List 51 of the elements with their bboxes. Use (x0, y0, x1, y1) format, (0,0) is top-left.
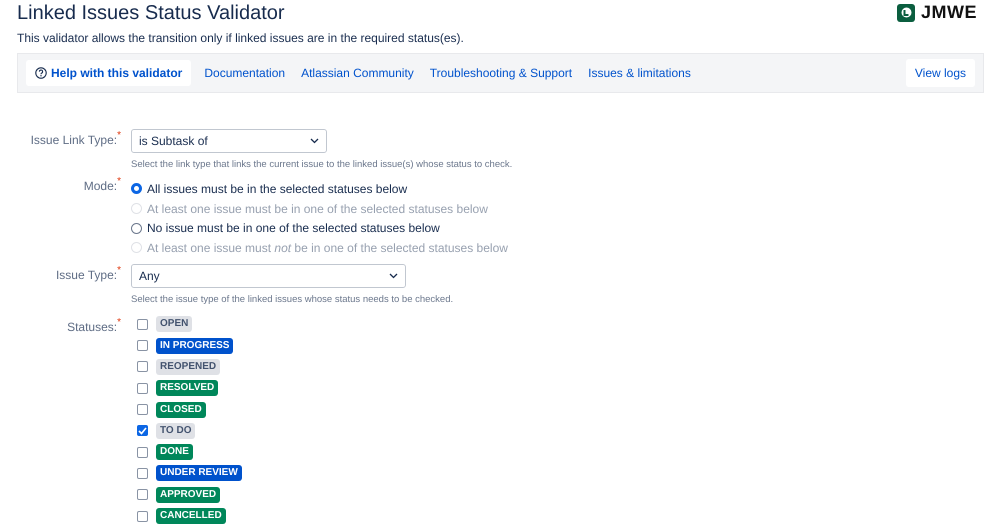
chevron-icon (310, 138, 319, 144)
status-lozenge: IN PROGRESS (156, 338, 234, 354)
radio-label: At least one issue must be in one of the selected statuses below (147, 202, 488, 216)
required-mark: * (117, 264, 121, 276)
logo-icon (897, 4, 915, 22)
checkbox[interactable] (137, 446, 148, 458)
nav-link[interactable]: Troubleshooting & Support (422, 60, 580, 86)
status-lozenge: OPEN (156, 316, 192, 332)
help-icon (35, 67, 47, 79)
required-mark: * (117, 130, 121, 141)
logo-text: JMWE (921, 2, 977, 23)
checkbox[interactable] (137, 382, 148, 394)
page-title: Linked Issues Status Validator (17, 1, 286, 25)
required-mark: * (117, 316, 121, 328)
checkbox[interactable] (137, 468, 148, 479)
nav-link[interactable]: Issues & limitations (581, 60, 698, 86)
checkbox[interactable] (137, 489, 148, 500)
field-label: Mode: (84, 179, 118, 193)
status-lozenge: UNDER REVIEW (156, 465, 242, 482)
checkbox[interactable] (137, 510, 148, 522)
nav-link[interactable]: Atlassian Community (294, 60, 421, 86)
radio-label: At least one issue must not be in one of the selected statuses below (147, 240, 508, 255)
link-type-select[interactable]: is Subtask of (131, 129, 327, 153)
radio-label: All issues must be in the selected statuses below (147, 182, 408, 196)
checkbox[interactable] (137, 318, 148, 330)
checkbox[interactable] (137, 361, 148, 372)
help-text: Select the issue type of the linked issues whose status needs to be checked. (131, 294, 454, 305)
status-lozenge: APPROVED (156, 486, 220, 503)
status-lozenge: DONE (156, 444, 193, 460)
checkbox[interactable] (137, 340, 148, 352)
chevron-icon (389, 272, 398, 279)
checkbox[interactable] (137, 425, 148, 436)
status-lozenge: REOPENED (156, 358, 220, 375)
required-mark: * (117, 176, 121, 187)
view-logs-button[interactable]: View logs (906, 59, 975, 87)
help-text: Select the link type that links the current issue to the linked issue(s) whose status to check. (131, 159, 514, 170)
field-label: Issue Type: (56, 268, 118, 282)
radio-button[interactable] (131, 183, 142, 194)
nav-link[interactable]: Documentation (197, 60, 292, 86)
status-lozenge: TO DO (156, 422, 196, 439)
field-label: Issue Link Type: (30, 133, 118, 147)
radio-label: No issue must be in one of the selected statuses below (147, 221, 440, 236)
status-lozenge: CANCELLED (156, 508, 226, 524)
checkbox[interactable] (137, 404, 148, 416)
radio-button[interactable] (131, 222, 142, 234)
field-label: Statuses: (67, 320, 118, 334)
nav-link[interactable]: Help with this validator (26, 60, 192, 86)
issue-type-select[interactable]: Any (131, 264, 406, 288)
status-lozenge: CLOSED (156, 402, 206, 418)
page-description: This validator allows the transition only if linked issues are in the required status(es). (17, 31, 464, 45)
status-lozenge: RESOLVED (156, 380, 218, 396)
